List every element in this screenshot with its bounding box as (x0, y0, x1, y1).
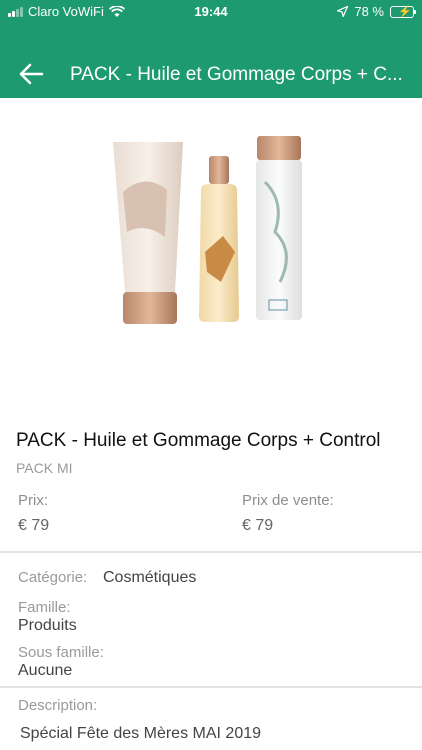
app-header: Claro VoWiFi 19:44 78 % ⚡ PACK - Huile e… (0, 0, 422, 98)
battery-percent: 78 % (354, 4, 384, 19)
product-image (0, 98, 422, 408)
divider (0, 686, 422, 688)
location-arrow-icon (337, 6, 349, 17)
status-bar: Claro VoWiFi 19:44 78 % ⚡ (0, 0, 422, 24)
product-code: PACK MI (16, 460, 73, 476)
divider (0, 551, 422, 553)
subfamily-value: Aucune (18, 662, 73, 679)
description-label: Description: (18, 697, 98, 714)
subfamily-label: Sous famille: (18, 644, 104, 661)
category-label: Catégorie: (18, 569, 88, 586)
category-value: Cosmétiques (103, 569, 197, 586)
sale-price-block: Prix de vente: € 79 (242, 492, 334, 535)
sale-price-label: Prix de vente: (242, 492, 334, 509)
price-value: € 79 (18, 517, 50, 534)
family-value: Produits (18, 617, 77, 634)
app-bar: PACK - Huile et Gommage Corps + C... (0, 50, 422, 98)
family-label: Famille: (18, 599, 71, 616)
price-block: Prix: € 79 (18, 492, 49, 535)
price-label: Prix: (18, 492, 48, 509)
charging-icon: ⚡ (398, 5, 412, 18)
status-right: 78 % ⚡ (337, 4, 416, 19)
sale-price-value: € 79 (242, 517, 274, 534)
battery-icon: ⚡ (390, 5, 416, 18)
page-title: PACK - Huile et Gommage Corps + C... (70, 64, 403, 85)
product-photo (113, 136, 302, 324)
description-value: Spécial Fête des Mères MAI 2019 (20, 725, 262, 742)
back-arrow-icon[interactable] (18, 62, 44, 86)
product-name: PACK - Huile et Gommage Corps + Control (16, 430, 381, 451)
